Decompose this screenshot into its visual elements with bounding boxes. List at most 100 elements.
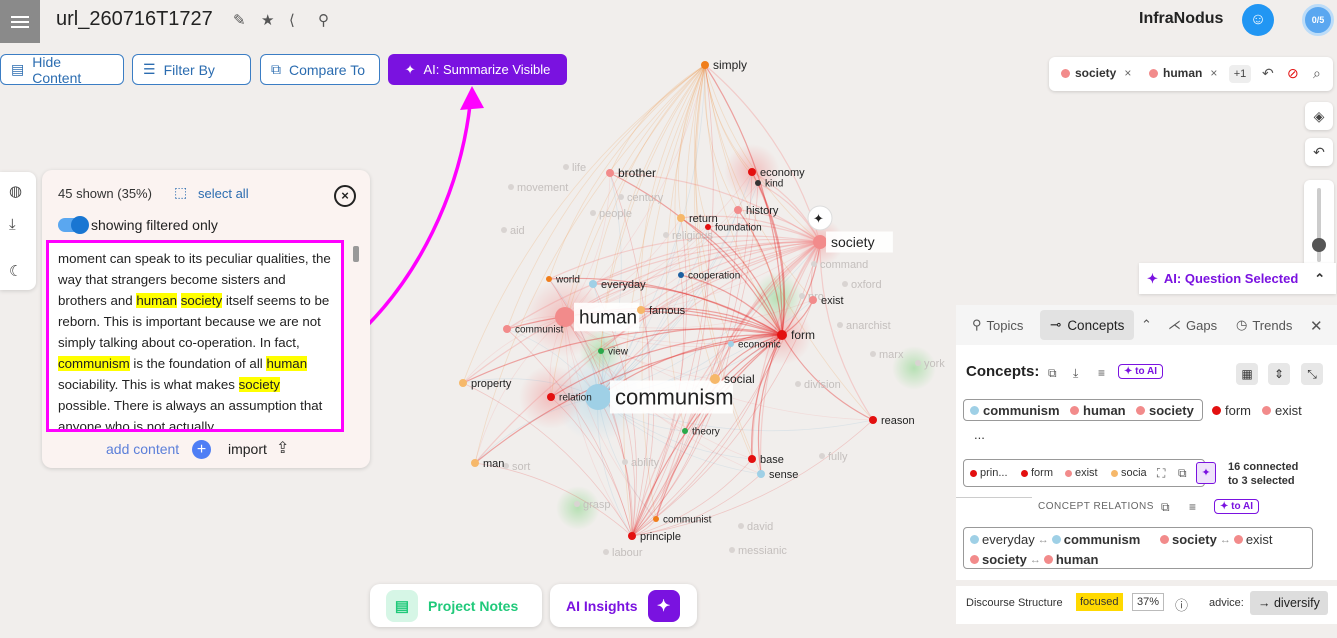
moon-icon[interactable]: ☾ bbox=[9, 262, 22, 280]
faded-node-label[interactable]: century bbox=[627, 192, 664, 204]
faded-node-label[interactable]: fully bbox=[828, 451, 848, 463]
graph-node[interactable] bbox=[653, 516, 659, 522]
download-icon[interactable]: ⤓ bbox=[1073, 366, 1078, 381]
concepts-to-ai-button[interactable]: ✦ to AI bbox=[1118, 364, 1164, 379]
faded-node-label[interactable]: religious bbox=[672, 230, 713, 242]
star-icon[interactable]: ★ bbox=[261, 11, 274, 29]
graph-node[interactable] bbox=[705, 224, 711, 230]
graph-node-label[interactable]: famous bbox=[649, 305, 686, 317]
collapse-icon[interactable]: ⤡ bbox=[1301, 363, 1323, 385]
graph-node-label[interactable]: relation bbox=[559, 393, 592, 404]
tab-topics[interactable]: ⚲ Topics bbox=[972, 317, 1023, 333]
hide-icon[interactable]: ⊘ bbox=[1287, 65, 1299, 82]
graph-node[interactable] bbox=[589, 280, 597, 288]
graph-node-label[interactable]: social bbox=[724, 372, 755, 386]
graph-node-label[interactable]: foundation bbox=[715, 223, 762, 234]
graph-node[interactable] bbox=[757, 470, 765, 478]
graph-node[interactable] bbox=[748, 168, 756, 176]
ai-question-button[interactable]: ✦ AI: Question Selected ⌃ bbox=[1139, 263, 1336, 294]
copy-icon[interactable]: ⧉ bbox=[1161, 500, 1170, 515]
list-icon[interactable]: ≡ bbox=[1098, 366, 1105, 380]
graph-node[interactable] bbox=[809, 296, 817, 304]
faded-node-label[interactable]: people bbox=[599, 208, 632, 220]
graph-node-label[interactable]: human bbox=[579, 308, 637, 329]
undo-icon[interactable]: ↶ bbox=[1262, 65, 1274, 82]
more-concepts[interactable]: ... bbox=[974, 427, 985, 442]
graph-node-label[interactable]: base bbox=[760, 454, 784, 466]
selected-item[interactable]: form bbox=[1021, 467, 1053, 479]
faded-node-label[interactable]: movement bbox=[517, 182, 568, 194]
faded-node-label[interactable]: command bbox=[820, 259, 868, 271]
faded-node-label[interactable]: grasp bbox=[583, 499, 611, 511]
info-icon[interactable]: ⓘ bbox=[1175, 595, 1188, 614]
ai-insights-button[interactable]: AI Insights ✦ bbox=[550, 584, 697, 627]
graph-node-label[interactable]: return bbox=[689, 213, 718, 225]
faded-node-label[interactable]: messianic bbox=[738, 545, 787, 557]
graph-node-label[interactable]: simply bbox=[713, 58, 747, 72]
user-icon[interactable]: ☺ bbox=[1242, 4, 1274, 36]
close-icon[interactable]: ✕ bbox=[1310, 317, 1323, 335]
diversify-button[interactable]: → diversify bbox=[1250, 591, 1328, 615]
fullscreen-icon[interactable]: ⛶ bbox=[1157, 466, 1165, 481]
graph-node-label[interactable]: view bbox=[608, 347, 629, 358]
concept-item[interactable]: communism bbox=[970, 403, 1060, 418]
list-icon[interactable]: ≡ bbox=[1189, 500, 1196, 514]
faded-node-label[interactable]: aid bbox=[510, 225, 525, 237]
more-filters-badge[interactable]: +1 bbox=[1229, 65, 1251, 83]
compare-to-button[interactable]: ⧉ Compare To bbox=[260, 54, 380, 85]
selected-item[interactable]: exist bbox=[1065, 467, 1098, 479]
graph-node[interactable] bbox=[606, 169, 614, 177]
graph-node[interactable] bbox=[748, 455, 756, 463]
graph-node-label[interactable]: sense bbox=[769, 469, 798, 481]
credits-badge[interactable]: 0/5 bbox=[1302, 4, 1334, 36]
graph-node[interactable] bbox=[710, 374, 720, 384]
graph-node-label[interactable]: society bbox=[831, 234, 875, 250]
map-pin-icon[interactable]: ⚲ bbox=[318, 11, 329, 29]
graph-node-label[interactable]: kind bbox=[765, 179, 783, 190]
relation-item[interactable]: society ↔ exist bbox=[1160, 532, 1273, 547]
graph-node-label[interactable]: man bbox=[483, 458, 504, 470]
selected-item[interactable]: prin... bbox=[970, 467, 1008, 479]
graph-node[interactable] bbox=[728, 341, 734, 347]
search-icon[interactable]: ⌕ bbox=[1313, 65, 1321, 82]
graph-node-label[interactable]: world bbox=[555, 275, 580, 286]
concept-item[interactable]: human bbox=[1070, 403, 1126, 418]
faded-node-label[interactable]: labour bbox=[612, 547, 643, 559]
graph-node[interactable] bbox=[777, 330, 787, 340]
graph-node[interactable] bbox=[755, 180, 761, 186]
graph-node[interactable] bbox=[459, 379, 467, 387]
download-icon[interactable]: ⤓ bbox=[9, 216, 16, 233]
selected-item[interactable]: socia bbox=[1111, 467, 1147, 479]
import-link[interactable]: import bbox=[228, 441, 267, 457]
close-icon[interactable]: × bbox=[1210, 66, 1217, 80]
graph-node[interactable] bbox=[701, 61, 709, 69]
graph-node-label[interactable]: theory bbox=[692, 427, 720, 438]
concept-item[interactable]: exist bbox=[1262, 403, 1302, 418]
sparkle-icon[interactable]: ✦ bbox=[1196, 462, 1216, 484]
graph-node[interactable] bbox=[471, 459, 479, 467]
close-icon[interactable]: × bbox=[334, 185, 356, 207]
zoom-slider[interactable] bbox=[1304, 180, 1334, 268]
filter-by-button[interactable]: ☰ Filter By bbox=[132, 54, 251, 85]
graph-node[interactable] bbox=[682, 428, 688, 434]
chevron-up-icon[interactable]: ⌃ bbox=[1314, 271, 1325, 287]
concept-item[interactable]: society bbox=[1136, 403, 1194, 418]
graph-node-label[interactable]: communist bbox=[663, 515, 712, 526]
graph-node-label[interactable]: economy bbox=[760, 167, 805, 179]
graph-node[interactable] bbox=[678, 272, 684, 278]
expand-vertical-icon[interactable]: ⇕ bbox=[1268, 363, 1290, 385]
content-text[interactable]: moment can speak to its peculiar qualiti… bbox=[46, 240, 344, 432]
faded-node-label[interactable]: anarchist bbox=[846, 320, 891, 332]
relations-to-ai-button[interactable]: ✦ to AI bbox=[1214, 499, 1260, 514]
hide-content-button[interactable]: ▤ Hide Content bbox=[0, 54, 124, 86]
upload-icon[interactable]: ⇪ bbox=[276, 438, 289, 458]
select-all-icon[interactable]: ⬚ bbox=[174, 184, 187, 201]
concept-item[interactable]: form bbox=[1212, 403, 1251, 418]
ai-summarize-button[interactable]: ✦ AI: Summarize Visible bbox=[388, 54, 567, 85]
graph-node[interactable] bbox=[677, 214, 685, 222]
table-icon[interactable]: ▦ bbox=[1236, 363, 1258, 385]
graph-node[interactable] bbox=[503, 325, 511, 333]
graph-node-label[interactable]: brother bbox=[618, 166, 656, 180]
faded-node-label[interactable]: ability bbox=[631, 457, 660, 469]
share-icon[interactable]: ⟨ bbox=[289, 11, 295, 29]
